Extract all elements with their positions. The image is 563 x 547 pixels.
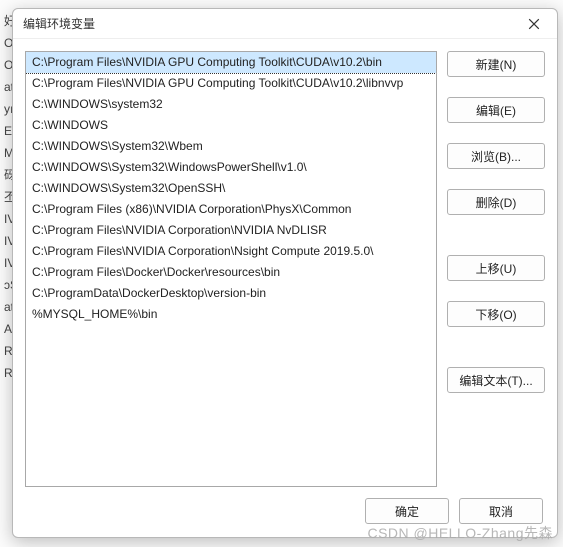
- list-item[interactable]: C:\Program Files\NVIDIA GPU Computing To…: [26, 52, 436, 73]
- list-item[interactable]: C:\WINDOWS\system32: [26, 94, 436, 115]
- move-down-button[interactable]: 下移(O): [447, 301, 545, 327]
- titlebar: 编辑环境变量: [13, 9, 557, 39]
- side-button-column: 新建(N) 编辑(E) 浏览(B)... 删除(D) 上移(U) 下移(O) 编…: [447, 51, 545, 487]
- move-up-button[interactable]: 上移(U): [447, 255, 545, 281]
- delete-button[interactable]: 删除(D): [447, 189, 545, 215]
- edit-text-button[interactable]: 编辑文本(T)...: [447, 367, 545, 393]
- list-item[interactable]: %MYSQL_HOME%\bin: [26, 304, 436, 325]
- path-listbox[interactable]: C:\Program Files\NVIDIA GPU Computing To…: [25, 51, 437, 487]
- ok-button[interactable]: 确定: [365, 498, 449, 524]
- list-item[interactable]: C:\WINDOWS\System32\Wbem: [26, 136, 436, 157]
- list-item[interactable]: C:\ProgramData\DockerDesktop\version-bin: [26, 283, 436, 304]
- dialog-content: C:\Program Files\NVIDIA GPU Computing To…: [13, 39, 557, 493]
- list-item[interactable]: C:\WINDOWS: [26, 115, 436, 136]
- dialog-title: 编辑环境变量: [23, 15, 95, 32]
- list-item[interactable]: C:\Program Files\Docker\Docker\resources…: [26, 262, 436, 283]
- close-icon: [528, 18, 540, 30]
- list-item[interactable]: C:\Program Files\NVIDIA GPU Computing To…: [26, 73, 436, 94]
- edit-environment-variable-dialog: 编辑环境变量 C:\Program Files\NVIDIA GPU Compu…: [12, 8, 558, 538]
- browse-button[interactable]: 浏览(B)...: [447, 143, 545, 169]
- list-item[interactable]: C:\WINDOWS\System32\OpenSSH\: [26, 178, 436, 199]
- cancel-button[interactable]: 取消: [459, 498, 543, 524]
- new-button[interactable]: 新建(N): [447, 51, 545, 77]
- dialog-footer: 确定 取消: [13, 493, 557, 537]
- edit-button[interactable]: 编辑(E): [447, 97, 545, 123]
- close-button[interactable]: [514, 11, 554, 37]
- list-item[interactable]: C:\Program Files\NVIDIA Corporation\Nsig…: [26, 241, 436, 262]
- list-item[interactable]: C:\Program Files\NVIDIA Corporation\NVID…: [26, 220, 436, 241]
- list-item[interactable]: C:\WINDOWS\System32\WindowsPowerShell\v1…: [26, 157, 436, 178]
- list-item[interactable]: C:\Program Files (x86)\NVIDIA Corporatio…: [26, 199, 436, 220]
